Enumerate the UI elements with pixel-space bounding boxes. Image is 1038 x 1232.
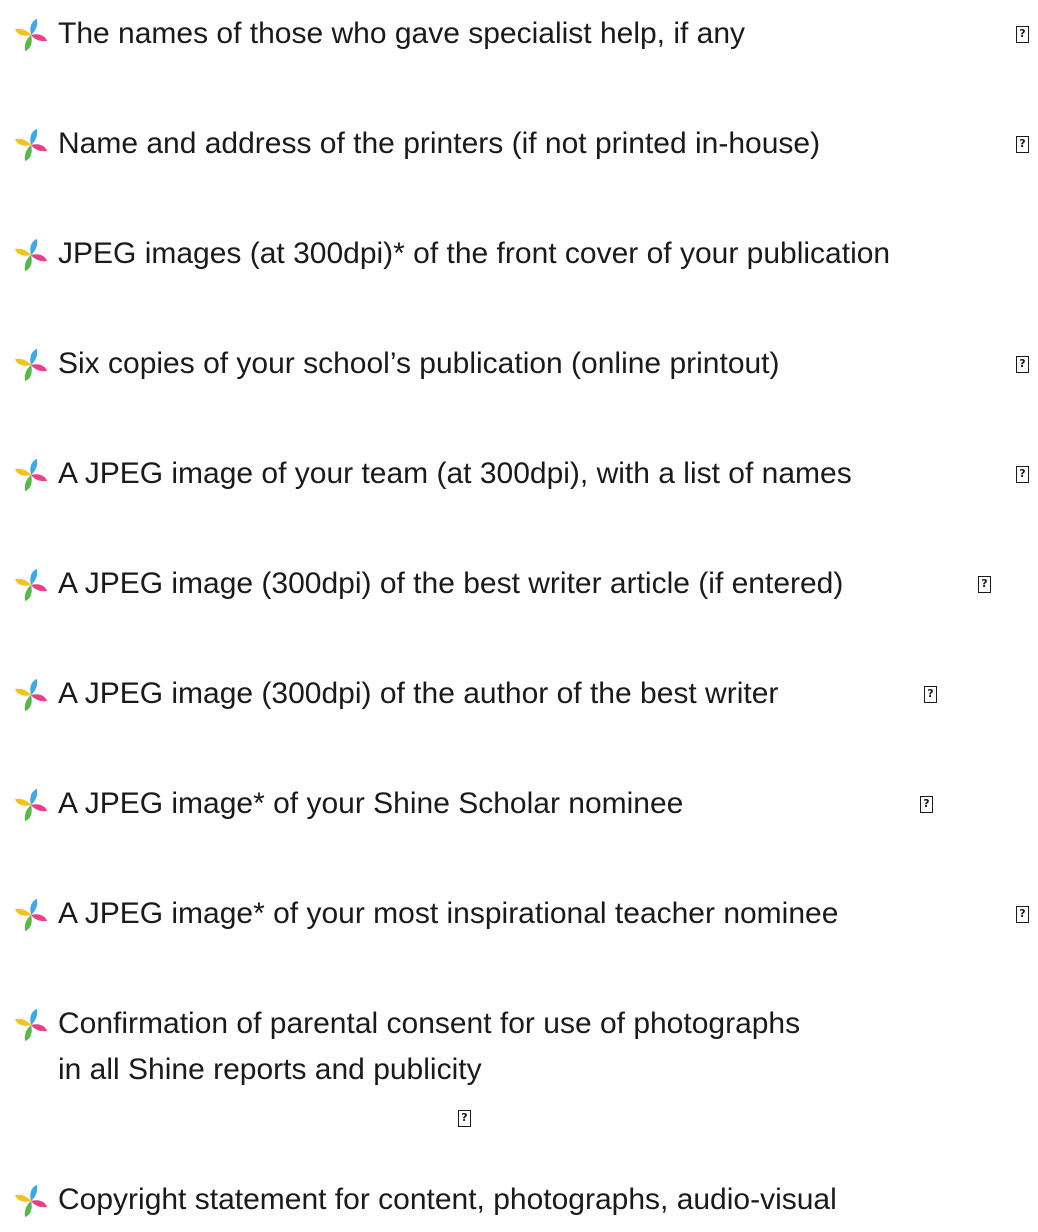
- checklist-item: Copyright statement for content, photogr…: [12, 1172, 1032, 1232]
- checklist-item: A JPEG image of your team (at 300dpi), w…: [12, 446, 1032, 506]
- pinwheel-bullet-icon: [12, 456, 50, 494]
- checkbox-icon[interactable]: ?: [1016, 356, 1029, 373]
- pinwheel-bullet-icon: [12, 16, 50, 54]
- pinwheel-bullet-icon: [12, 1006, 50, 1044]
- checkbox-icon[interactable]: ?: [920, 796, 933, 813]
- checklist-item: A JPEG image (300dpi) of the author of t…: [12, 666, 1032, 726]
- pinwheel-bullet-icon: [12, 566, 50, 604]
- checklist-item-text: A JPEG image* of your most inspirational…: [58, 897, 839, 930]
- checklist-item-text: A JPEG image* of your Shine Scholar nomi…: [58, 787, 684, 820]
- pinwheel-bullet-icon: [12, 896, 50, 934]
- pinwheel-bullet-icon: [12, 1182, 50, 1220]
- checklist-item: A JPEG image (300dpi) of the best writer…: [12, 556, 1032, 616]
- checkbox-icon[interactable]: ?: [1016, 466, 1029, 483]
- checklist-item: Confirmation of parental consent for use…: [12, 996, 1032, 1127]
- checklist-item: A JPEG image* of your most inspirational…: [12, 886, 1032, 946]
- checklist-item: A JPEG image* of your Shine Scholar nomi…: [12, 776, 1032, 836]
- checkbox-icon[interactable]: ?: [458, 1110, 471, 1127]
- checklist-item-text: Six copies of your school’s publication …: [58, 347, 780, 380]
- pinwheel-bullet-icon: [12, 126, 50, 164]
- pinwheel-bullet-icon: [12, 346, 50, 384]
- checklist-item-text: A JPEG image (300dpi) of the best writer…: [58, 567, 844, 600]
- checkbox-icon[interactable]: ?: [1016, 906, 1029, 923]
- checklist-item-text: Name and address of the printers (if not…: [58, 127, 821, 160]
- checklist-item-text: Copyright statement for content, photogr…: [58, 1183, 837, 1216]
- checklist-item: Six copies of your school’s publication …: [12, 336, 1032, 396]
- pinwheel-bullet-icon: [12, 236, 50, 274]
- checklist-item-text-line2: in all Shine reports and publicity: [58, 1053, 482, 1086]
- checklist-item-text: JPEG images (at 300dpi)* of the front co…: [58, 237, 891, 270]
- checklist-item: Name and address of the printers (if not…: [12, 116, 1032, 176]
- checkbox-icon[interactable]: ?: [978, 576, 991, 593]
- pinwheel-bullet-icon: [12, 676, 50, 714]
- checkbox-icon[interactable]: ?: [1016, 136, 1029, 153]
- pinwheel-bullet-icon: [12, 786, 50, 824]
- checklist-item-text: The names of those who gave specialist h…: [58, 17, 746, 50]
- checklist-item: The names of those who gave specialist h…: [12, 6, 1032, 66]
- checklist-item: JPEG images (at 300dpi)* of the front co…: [12, 226, 1032, 286]
- checkbox-icon[interactable]: ?: [1016, 26, 1029, 43]
- checklist-item-text: A JPEG image (300dpi) of the author of t…: [58, 677, 779, 710]
- checkbox-icon[interactable]: ?: [924, 686, 937, 703]
- checklist-item-text: A JPEG image of your team (at 300dpi), w…: [58, 457, 852, 490]
